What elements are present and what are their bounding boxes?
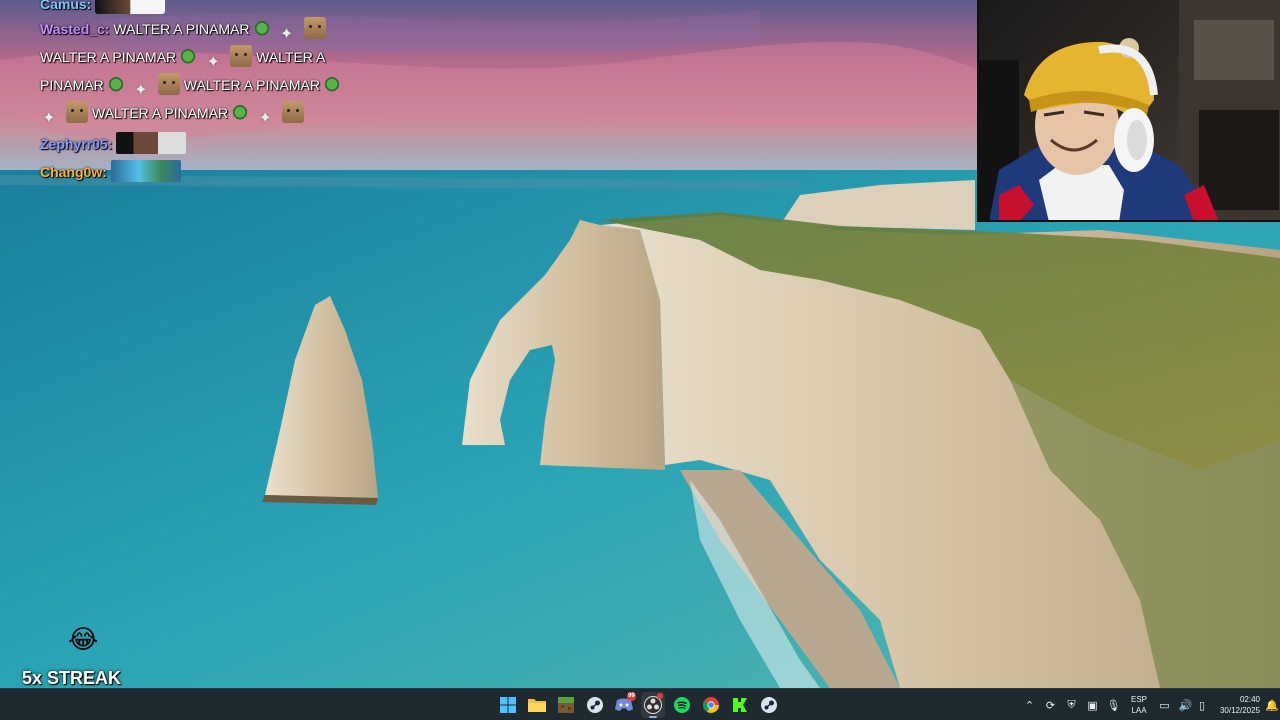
obs-button[interactable] bbox=[641, 692, 665, 718]
frog-emote-icon bbox=[253, 21, 270, 37]
keyboard-layout: LAA bbox=[1131, 706, 1147, 715]
input-language[interactable]: ESP LAA bbox=[1124, 694, 1154, 716]
star-emote-icon: ✦ bbox=[258, 110, 272, 127]
star-emote-icon: ✦ bbox=[206, 54, 220, 71]
discord-notification-badge: 99 bbox=[627, 692, 636, 701]
chat-streak-widget: 😂 5x STREAK bbox=[22, 624, 152, 690]
laughing-face-icon: 😂 bbox=[68, 624, 99, 654]
cat-emote-icon bbox=[282, 101, 305, 123]
chat-username: Chang0w: bbox=[40, 164, 107, 180]
obs-recording-dot bbox=[657, 693, 663, 699]
cat-emote-icon bbox=[157, 73, 180, 95]
chrome-button[interactable] bbox=[699, 692, 723, 718]
steam-icon bbox=[587, 697, 603, 713]
file-explorer-button[interactable] bbox=[525, 692, 549, 718]
shield-icon[interactable]: ⛨ bbox=[1061, 689, 1082, 720]
chat-message: Zephyrr05: bbox=[40, 132, 360, 157]
streamer-webcam-image bbox=[979, 0, 1280, 220]
discord-button[interactable]: 99 bbox=[612, 692, 636, 718]
steam-button-2[interactable] bbox=[757, 692, 781, 718]
chat-emote bbox=[95, 0, 166, 14]
chat-username: Wasted_c: bbox=[40, 21, 110, 37]
kick-button[interactable] bbox=[728, 692, 752, 718]
clock-time: 02:40 bbox=[1239, 695, 1260, 704]
frog-emote-icon bbox=[180, 49, 197, 65]
steam-icon bbox=[761, 697, 777, 713]
chat-message-continued: WALTER A PINAMAR ✦ WALTER A bbox=[40, 45, 360, 73]
chat-text: WALTER A bbox=[256, 49, 326, 65]
chat-message-continued: ✦ WALTER A PINAMAR ✦ bbox=[40, 101, 360, 129]
sync-icon[interactable]: ⟳ bbox=[1040, 689, 1061, 720]
cat-emote-icon bbox=[230, 45, 253, 67]
clock-date: 30/12/2025 bbox=[1219, 706, 1260, 715]
stream-chat-overlay: Camus: Wasted_c: WALTER A PINAMAR ✦ WALTE… bbox=[40, 0, 360, 185]
star-emote-icon: ✦ bbox=[42, 110, 56, 127]
microphone-icon[interactable]: 🎙 bbox=[1103, 689, 1124, 720]
clock[interactable]: 02:40 30/12/2025 bbox=[1208, 694, 1264, 716]
start-button[interactable] bbox=[496, 692, 520, 718]
webcam-overlay bbox=[977, 0, 1280, 222]
folder-icon bbox=[528, 699, 546, 712]
windows-logo-icon bbox=[500, 697, 516, 713]
frog-emote-icon bbox=[107, 77, 124, 93]
language-code: ESP bbox=[1130, 695, 1147, 704]
chat-text: PINAMAR bbox=[40, 77, 104, 93]
steam-button[interactable] bbox=[583, 692, 607, 718]
chat-username: Zephyrr05: bbox=[40, 136, 113, 152]
system-tray: ⌃ ⟳ ⛨ ▣ 🎙 ESP LAA ▭ 🔊 ▯ 02:40 30/12/2025… bbox=[1019, 689, 1280, 720]
spotify-button[interactable] bbox=[670, 692, 694, 718]
kick-icon bbox=[733, 698, 747, 712]
cat-emote-icon bbox=[303, 17, 326, 39]
windows-taskbar: 99 ⌃ ⟳ ⛨ ▣ 🎙 ESP LAA ▭ 🔊 ▯ 02:40 30/12/2… bbox=[0, 688, 1280, 720]
chat-message-continued: PINAMAR ✦ WALTER A PINAMAR bbox=[40, 73, 360, 101]
image-emote-icon bbox=[116, 132, 187, 154]
frog-emote-icon bbox=[232, 105, 249, 121]
chrome-icon bbox=[703, 697, 719, 713]
frog-emote-icon bbox=[323, 77, 340, 93]
minecraft-button[interactable] bbox=[554, 692, 578, 718]
spotify-icon bbox=[674, 697, 690, 713]
chevron-up-icon[interactable]: ⌃ bbox=[1019, 689, 1040, 720]
streak-label: 5x STREAK bbox=[22, 668, 122, 688]
network-icon[interactable]: ▭ bbox=[1154, 689, 1175, 720]
chat-username: Camus: bbox=[40, 0, 92, 12]
chat-message: Wasted_c: WALTER A PINAMAR ✦ bbox=[40, 17, 360, 45]
notification-bell-icon[interactable]: 🔔 bbox=[1264, 689, 1280, 720]
taskbar-pinned-apps: 99 bbox=[496, 692, 781, 718]
cat-emote-icon bbox=[66, 101, 88, 123]
star-emote-icon: ✦ bbox=[279, 26, 294, 43]
chat-text: WALTER A PINAMAR bbox=[40, 49, 177, 65]
chat-message: Chang0w: bbox=[40, 160, 360, 185]
minecraft-block-icon bbox=[558, 697, 574, 713]
image-emote-icon bbox=[110, 160, 181, 182]
app-tray-icon[interactable]: ▣ bbox=[1082, 689, 1103, 720]
chat-text: WALTER A PINAMAR bbox=[92, 105, 229, 121]
chat-text: WALTER A PINAMAR bbox=[183, 77, 320, 93]
chat-message: Camus: bbox=[40, 0, 360, 17]
chat-text: WALTER A PINAMAR bbox=[113, 21, 250, 37]
volume-icon[interactable]: 🔊 bbox=[1175, 689, 1196, 720]
star-emote-icon: ✦ bbox=[134, 82, 148, 99]
battery-icon[interactable]: ▯ bbox=[1196, 689, 1208, 720]
